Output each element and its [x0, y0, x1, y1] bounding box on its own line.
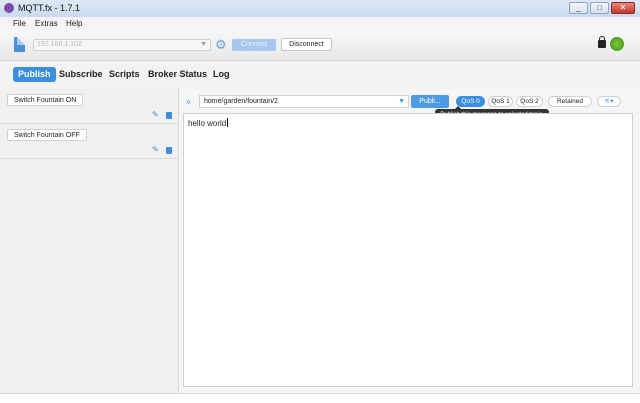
menu-file[interactable]: File — [13, 19, 26, 28]
connection-toolbar: 192.168.1.102 ▼ ⚙ Connect Disconnect — [0, 30, 640, 61]
broker-profile-select[interactable]: 192.168.1.102 ▼ — [33, 39, 211, 51]
script-button[interactable]: Switch Fountain OFF — [7, 129, 87, 141]
qos-2-toggle[interactable]: QoS 2 — [516, 96, 543, 107]
lock-icon — [598, 36, 606, 48]
tab-broker-status[interactable]: Broker Status — [148, 67, 207, 82]
connect-button[interactable]: Connect — [232, 39, 276, 51]
edit-icon[interactable]: ✎ — [152, 111, 160, 119]
chevron-down-icon: ▼ — [200, 41, 207, 48]
list-item: Switch Fountain ON ✎ — [0, 89, 178, 124]
publish-pane: » home/garden/fountain/2 ▼ Publi... QoS … — [179, 89, 640, 393]
edit-icon[interactable]: ✎ — [152, 146, 160, 154]
minimize-button[interactable]: _ — [569, 2, 588, 14]
trash-icon[interactable] — [166, 112, 172, 119]
trash-icon[interactable] — [166, 147, 172, 154]
saved-scripts-pane: Switch Fountain ON ✎ Switch Fountain OFF… — [0, 89, 179, 393]
options-dropdown[interactable]: ⚟▾ — [597, 96, 621, 107]
message-editor[interactable]: hello world — [183, 113, 633, 387]
connection-profile-icon[interactable] — [14, 37, 25, 52]
message-text-wrap: hello world — [188, 118, 229, 128]
menu-bar: File Extras Help — [0, 17, 640, 30]
qos-1-toggle[interactable]: QoS 1 — [488, 96, 513, 107]
connection-status-indicator — [610, 37, 624, 51]
publish-button[interactable]: Publi... — [411, 95, 449, 108]
list-item: Switch Fountain OFF ✎ — [0, 124, 178, 159]
window-title: MQTT.fx - 1.7.1 — [18, 3, 81, 13]
tab-subscribe[interactable]: Subscribe — [59, 67, 103, 82]
retained-toggle[interactable]: Retained — [548, 96, 592, 107]
script-button[interactable]: Switch Fountain ON — [7, 94, 84, 106]
maximize-button[interactable]: □ — [590, 2, 609, 14]
topic-select[interactable]: home/garden/fountain/2 ▼ — [199, 95, 409, 108]
tab-scripts[interactable]: Scripts — [109, 67, 140, 82]
app-icon — [4, 3, 14, 13]
topic-value: home/garden/fountain/2 — [204, 98, 278, 105]
chevron-down-icon: ▼ — [398, 98, 405, 105]
tab-log[interactable]: Log — [213, 67, 230, 82]
menu-help[interactable]: Help — [66, 19, 82, 28]
expand-icon[interactable]: » — [186, 97, 190, 106]
menu-extras[interactable]: Extras — [35, 19, 58, 28]
options-icon: ⚟▾ — [604, 98, 614, 105]
broker-profile-value: 192.168.1.102 — [37, 41, 82, 48]
text-caret — [227, 118, 229, 127]
disconnect-button[interactable]: Disconnect — [281, 38, 332, 51]
gear-icon[interactable]: ⚙ — [215, 38, 228, 51]
title-bar: MQTT.fx - 1.7.1 _ □ ✕ — [0, 0, 640, 18]
tab-publish[interactable]: Publish — [13, 67, 56, 82]
message-text: hello world — [188, 119, 227, 128]
close-button[interactable]: ✕ — [611, 2, 635, 14]
main-tabs: Publish Subscribe Scripts Broker Status … — [0, 61, 640, 89]
